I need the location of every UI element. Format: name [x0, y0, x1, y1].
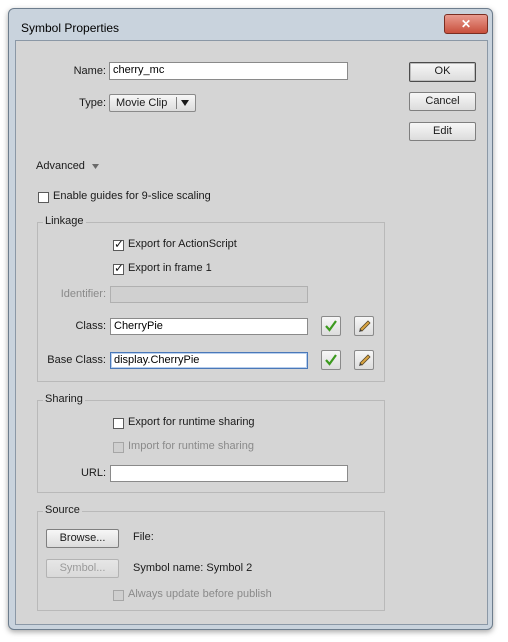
checkmark-icon — [325, 354, 337, 366]
symbol-button[interactable]: Symbol... — [46, 559, 119, 578]
edit-class-button[interactable] — [354, 316, 374, 336]
source-group-title: Source — [43, 504, 82, 516]
type-dropdown[interactable]: Movie Clip — [109, 94, 196, 112]
import-runtime-label: Import for runtime sharing — [128, 440, 254, 452]
pencil-icon — [359, 320, 371, 332]
name-input[interactable]: cherry_mc — [109, 62, 348, 80]
always-update-checkbox[interactable] — [113, 590, 124, 601]
symbol-properties-window: Symbol Properties ✕ Name: cherry_mc Type… — [8, 8, 493, 630]
type-dropdown-value: Movie Clip — [116, 97, 168, 109]
edit-base-class-button[interactable] — [354, 350, 374, 370]
export-runtime-checkbox[interactable] — [113, 418, 124, 429]
validate-class-button[interactable] — [321, 316, 341, 336]
file-label: File: — [133, 531, 154, 543]
window-title: Symbol Properties — [21, 21, 120, 35]
browse-button[interactable]: Browse... — [46, 529, 119, 548]
advanced-label: Advanced — [36, 160, 85, 172]
edit-button[interactable]: Edit — [409, 122, 476, 141]
chevron-down-icon — [181, 100, 189, 106]
pencil-icon — [359, 354, 371, 366]
name-label: Name: — [73, 65, 106, 77]
type-label: Type: — [79, 97, 106, 109]
export-actionscript-label: Export for ActionScript — [128, 238, 237, 250]
dialog-body: Name: cherry_mc Type: Movie Clip OK Canc… — [15, 40, 488, 625]
checkmark-icon: ✓ — [114, 237, 125, 251]
class-input[interactable]: CherryPie — [110, 318, 308, 335]
linkage-group-title: Linkage — [43, 215, 86, 227]
import-runtime-checkbox[interactable] — [113, 442, 124, 453]
always-update-label: Always update before publish — [128, 588, 272, 600]
nine-slice-label: Enable guides for 9-slice scaling — [53, 190, 211, 202]
title-bar[interactable]: Symbol Properties ✕ — [9, 9, 492, 39]
checkmark-icon — [325, 320, 337, 332]
nine-slice-checkbox[interactable] — [38, 192, 49, 203]
url-input[interactable] — [110, 465, 348, 482]
validate-base-class-button[interactable] — [321, 350, 341, 370]
identifier-label: Identifier: — [60, 288, 106, 300]
checkmark-icon: ✓ — [114, 261, 125, 275]
advanced-toggle[interactable]: Advanced — [36, 160, 116, 174]
base-class-input[interactable]: display.CherryPie — [110, 352, 308, 369]
dropdown-divider — [176, 97, 177, 109]
close-icon: ✕ — [460, 17, 472, 31]
url-label: URL: — [80, 467, 106, 479]
cancel-button[interactable]: Cancel — [409, 92, 476, 111]
export-actionscript-checkbox[interactable]: ✓ — [113, 237, 125, 251]
export-frame1-label: Export in frame 1 — [128, 262, 212, 274]
symbol-name-text: Symbol name: Symbol 2 — [133, 562, 253, 574]
export-runtime-label: Export for runtime sharing — [128, 416, 255, 428]
base-class-label: Base Class: — [47, 354, 106, 366]
identifier-input[interactable] — [110, 286, 308, 303]
ok-button[interactable]: OK — [409, 62, 476, 82]
sharing-group-title: Sharing — [43, 393, 85, 405]
export-frame1-checkbox[interactable]: ✓ — [113, 261, 125, 275]
class-label: Class: — [75, 320, 106, 332]
close-button[interactable]: ✕ — [444, 14, 488, 34]
triangle-down-icon — [92, 164, 99, 169]
